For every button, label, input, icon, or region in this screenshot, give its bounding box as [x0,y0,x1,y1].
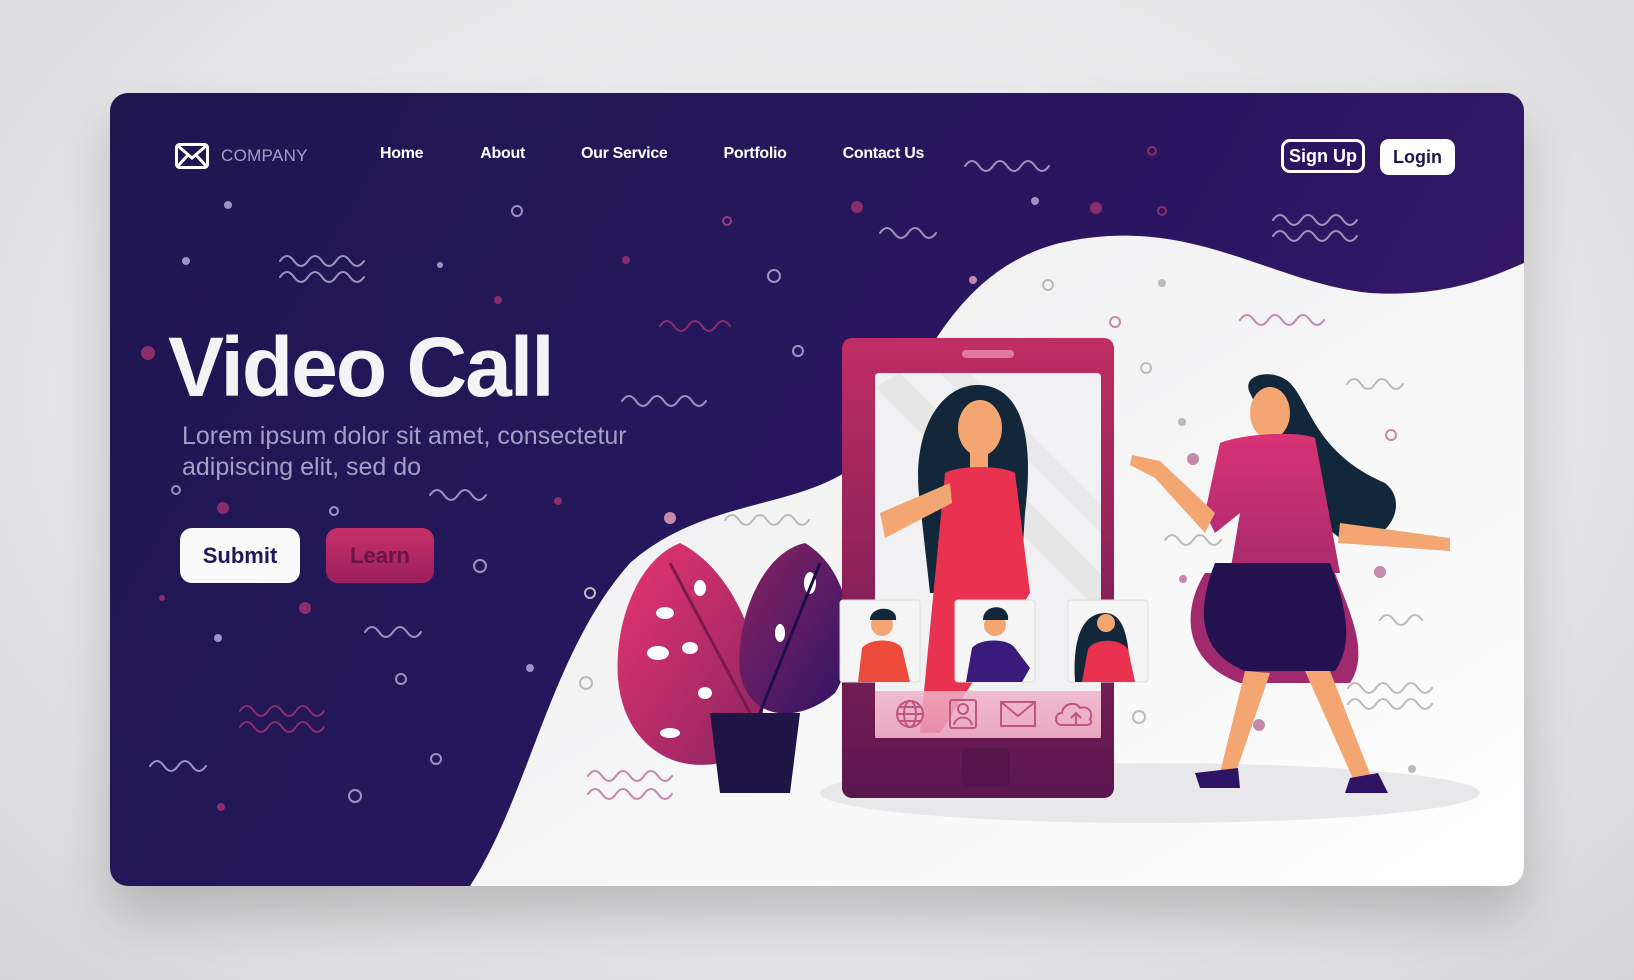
login-button[interactable]: Login [1380,139,1455,175]
nav-link-home[interactable]: Home [380,145,424,163]
nav-link-our-service[interactable]: Our Service [581,145,668,163]
walking-woman [1130,374,1450,793]
envelope-icon [175,143,209,169]
smartphone [839,338,1149,798]
sign-up-button[interactable]: Sign Up [1281,139,1365,173]
participant-thumbnail-3[interactable] [1067,599,1149,683]
nav-link-portfolio[interactable]: Portfolio [724,145,787,163]
nav-link-contact-us[interactable]: Contact Us [843,145,925,163]
participant-thumbnail-1[interactable] [839,599,921,683]
hero-title: Video Call [168,320,555,414]
top-navigation: COMPANY Home About Our Service Portfolio… [110,93,1524,213]
monstera-plant [617,543,850,793]
hero-subtitle: Lorem ipsum dolor sit amet, consectetur … [182,422,627,481]
nav-link-about[interactable]: About [480,145,525,163]
participant-thumbnail-2[interactable] [954,599,1036,683]
brand-name: COMPANY [221,146,308,165]
landing-page-card: COMPANY Home About Our Service Portfolio… [110,93,1524,886]
nav-links: Home About Our Service Portfolio Contact… [380,145,924,163]
learn-button[interactable]: Learn [326,528,434,583]
brand-logo[interactable]: COMPANY [175,143,308,169]
submit-button[interactable]: Submit [180,528,300,583]
